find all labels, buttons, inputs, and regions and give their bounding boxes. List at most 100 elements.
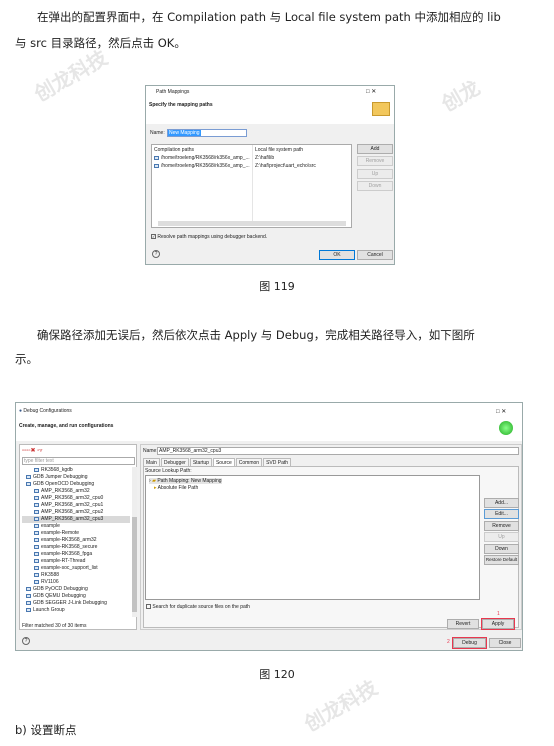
tree-item-label: RK3588 [41, 572, 60, 578]
tab-main[interactable]: Main [143, 458, 160, 466]
down-button[interactable]: Down [357, 181, 393, 191]
launch-config-icon [34, 523, 39, 528]
list-item[interactable]: › ▰ Path Mapping: New Mapping [149, 478, 222, 484]
tree-item-label: AMP_RK3568_arm32 [41, 488, 90, 494]
paragraph-line: 确保路径添加无误后，然后依次点击 Apply 与 Debug，完成相关路径导入，… [37, 328, 475, 342]
tree-item-label: AMP_RK3568_arm32_cpu1 [41, 502, 104, 508]
up-button[interactable]: Up [357, 169, 393, 179]
window-controls[interactable]: □ ✕ [496, 408, 506, 415]
launch-config-icon [34, 572, 39, 577]
table-row[interactable]: /home/troeleng/RK3568/rk356x_amp_... [154, 155, 250, 161]
column-header: Compilation paths [154, 147, 195, 153]
tree-item-label: AMP_RK3568_arm32_cpu2 [41, 509, 104, 515]
annotation-number: 2 [447, 639, 450, 645]
tree-item-label: example-RT-Thread [41, 558, 86, 564]
config-tree: RK3568_kgdb GDB Jumper Debugging GDB OpenO… [22, 467, 130, 614]
table-row[interactable]: /home/troeleng/RK3568/rk356x_amp_... [154, 163, 250, 169]
list-item[interactable]: ▸ Absolute File Path [154, 485, 198, 491]
launch-config-icon [34, 565, 39, 570]
add-button[interactable]: Add... [484, 498, 519, 508]
launch-config-icon [26, 593, 31, 598]
tree-item[interactable]: RK3588 [22, 572, 130, 579]
table-cell: Z:\haf\lib [255, 155, 275, 161]
name-input[interactable]: AMP_RK3568_arm32_cpu3 [157, 447, 519, 455]
remove-button[interactable]: Remove [484, 521, 519, 531]
tree-item-label: example-RK3568_secure [41, 544, 98, 550]
tree-item[interactable]: GDB PyOCD Debugging [22, 586, 130, 593]
tree-item[interactable]: GDB QEMU Debugging [22, 593, 130, 600]
window-controls[interactable]: □ ✕ [366, 88, 376, 95]
help-icon[interactable]: ? [152, 250, 160, 258]
tab-source[interactable]: Source [212, 458, 235, 466]
tree-item[interactable]: example [22, 523, 130, 530]
cancel-button[interactable]: Cancel [357, 250, 393, 260]
ok-button[interactable]: OK [319, 250, 355, 260]
horizontal-scrollbar[interactable] [158, 221, 346, 226]
launch-config-icon [34, 488, 39, 493]
tree-item-label: RV1106 [41, 579, 59, 585]
tree-item-label: GDB OpenOCD Debugging [33, 481, 95, 487]
remove-button[interactable]: Remove [357, 156, 393, 166]
tree-item[interactable]: RK3568_kgdb [22, 467, 130, 474]
launch-config-icon [34, 495, 39, 500]
name-label: Name: [150, 130, 165, 136]
tree-item[interactable]: AMP_RK3568_arm32_cpu0 [22, 495, 130, 502]
launch-config-icon [26, 474, 31, 479]
tab-svd-path[interactable]: SVD Path [263, 458, 292, 466]
tree-item-label: example-RK3568_fpga [41, 551, 93, 557]
tree-item-label: GDB QEMU Debugging [33, 593, 86, 599]
tree-item[interactable]: AMP_RK3568_arm32 [22, 488, 130, 495]
tree-item[interactable]: example-soc_support_list [22, 565, 130, 572]
tree-item[interactable]: example-RK3568_secure [22, 544, 130, 551]
tree-item-label: example-Remote [41, 530, 80, 536]
tree-item[interactable]: example-RK3568_fpga [22, 551, 130, 558]
tree-item-label: GDB SEGGER J-Link Debugging [33, 600, 107, 606]
tree-item[interactable]: Launch Group [22, 607, 130, 614]
filter-input[interactable]: type filter text [22, 457, 135, 465]
launch-config-icon [26, 600, 31, 605]
add-button[interactable]: Add [357, 144, 393, 154]
debug-button[interactable]: Debug [452, 637, 487, 649]
name-input[interactable]: New Mapping [167, 129, 247, 137]
tab-common[interactable]: Common [235, 458, 263, 466]
restore-default-button[interactable]: Restore Default [484, 555, 519, 565]
resolve-checkbox[interactable]: ✓ Resolve path mappings using debugger b… [151, 234, 267, 240]
vertical-scrollbar[interactable] [132, 467, 137, 617]
up-button[interactable]: Up [484, 532, 519, 542]
edit-button[interactable]: Edit... [484, 509, 519, 519]
apply-button[interactable]: Apply [481, 618, 515, 630]
launch-config-icon [34, 544, 39, 549]
help-icon[interactable]: ? [22, 637, 30, 645]
tree-item-label: GDB Jumper Debugging [33, 474, 88, 480]
launch-config-icon [26, 607, 31, 612]
tree-item-label: Launch Group [33, 607, 65, 613]
dialog-header: Specify the mapping paths [149, 102, 213, 108]
tree-item[interactable]: GDB SEGGER J-Link Debugging [22, 600, 130, 607]
down-button[interactable]: Down [484, 544, 519, 554]
watermark: 创龙 [437, 75, 485, 117]
launch-config-icon [34, 467, 39, 472]
tab-debugger[interactable]: Debugger [160, 458, 189, 466]
debug-configurations-dialog: ● Debug Configurations □ ✕ Create, manag… [15, 402, 523, 651]
tree-item[interactable]: AMP_RK3568_arm32_cpu3 [22, 516, 130, 523]
tree-item[interactable]: example-RK3568_arm32 [22, 537, 130, 544]
toolbar-icons[interactable]: ▫▫▫▫✖ ▫▿ [22, 447, 42, 454]
revert-button[interactable]: Revert [447, 619, 479, 629]
tree-item[interactable]: AMP_RK3568_arm32_cpu1 [22, 502, 130, 509]
duplicate-checkbox[interactable]: Search for duplicate source files on the… [146, 604, 250, 610]
table-cell: Z:\haf\project\uart_echo\src [255, 163, 316, 169]
tab-startup[interactable]: Startup [189, 458, 212, 466]
path-mappings-dialog: Path Mappings □ ✕ Specify the mapping pa… [145, 85, 395, 265]
close-button[interactable]: Close [489, 638, 521, 648]
tree-item-label: AMP_RK3568_arm32_cpu3 [41, 516, 104, 522]
tree-item[interactable]: RV1106 [22, 579, 130, 586]
tree-item[interactable]: AMP_RK3568_arm32_cpu2 [22, 509, 130, 516]
launch-config-icon [34, 509, 39, 514]
column-header: Local file system path [255, 147, 304, 153]
tree-item[interactable]: example-Remote [22, 530, 130, 537]
tree-item[interactable]: example-RT-Thread [22, 558, 130, 565]
tree-item[interactable]: GDB Jumper Debugging [22, 474, 130, 481]
config-tree-panel: ▫▫▫▫✖ ▫▿ type filter text RK3568_kgdb GDB… [19, 444, 137, 630]
tree-item-label: GDB PyOCD Debugging [33, 586, 88, 592]
tree-item[interactable]: GDB OpenOCD Debugging [22, 481, 130, 488]
